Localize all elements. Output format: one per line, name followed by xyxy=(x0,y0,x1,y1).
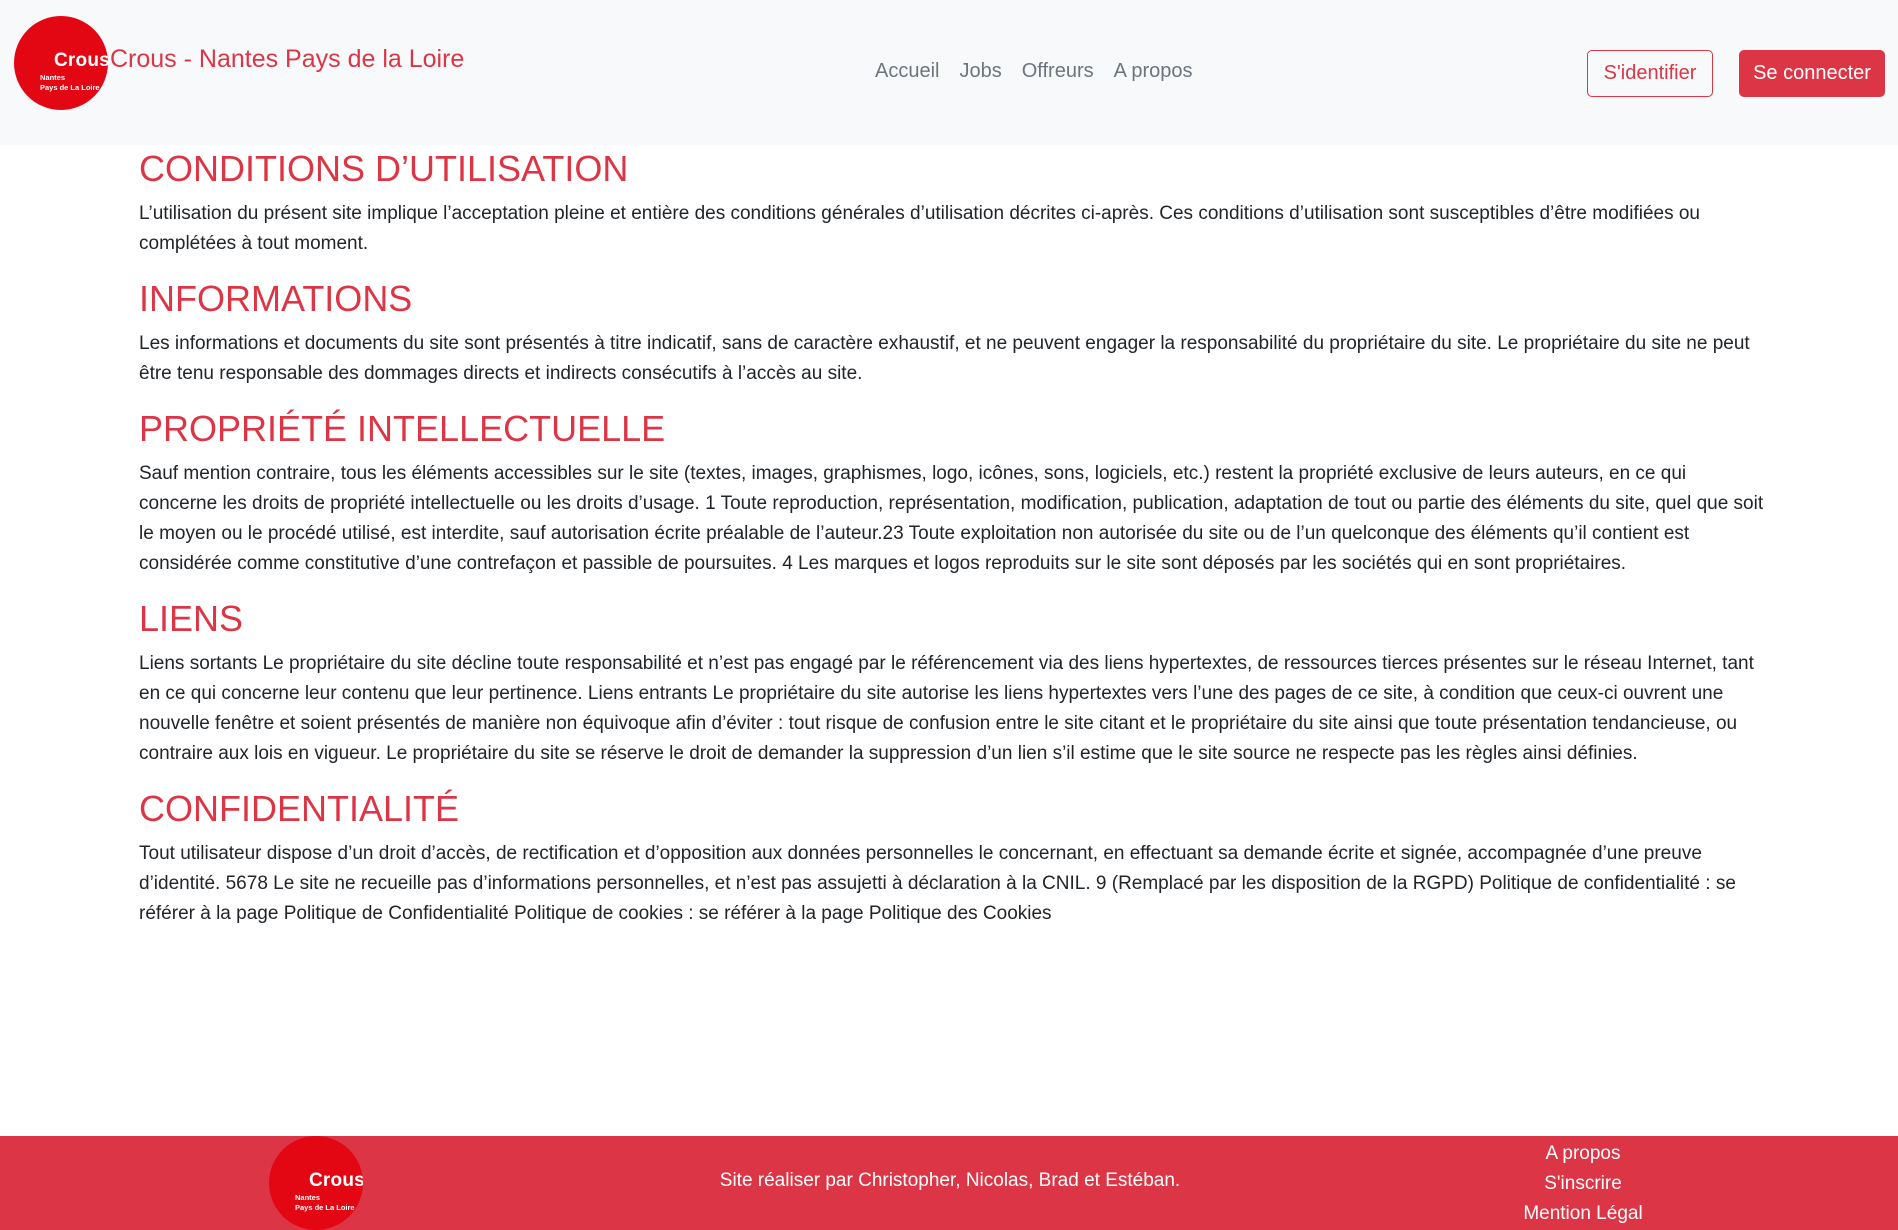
footer-link-mention-legal[interactable]: Mention Légal xyxy=(1483,1199,1683,1229)
main-nav: Accueil Jobs Offreurs A propos xyxy=(865,60,1203,83)
connect-button[interactable]: Se connecter xyxy=(1739,50,1885,97)
identify-button[interactable]: S'identifier xyxy=(1587,50,1713,97)
footer-credit: Site réaliser par Christopher, Nicolas, … xyxy=(719,1170,1181,1191)
logo-word: Crous xyxy=(54,50,108,71)
footer-logo-word: Crous xyxy=(309,1170,363,1191)
section-text-confidentialite: Tout utilisateur dispose d’un droit d’ac… xyxy=(139,843,1736,924)
footer-link-a-propos[interactable]: A propos xyxy=(1483,1139,1683,1169)
section-title-conditions: CONDITIONS D’UTILISATION xyxy=(139,148,629,189)
brand-link[interactable]: Crous Nantes Pays de La Loire Crous - Nan… xyxy=(14,16,464,110)
footer-logo-subtitle: Nantes Pays de La Loire xyxy=(295,1193,355,1213)
nav-item-offreurs[interactable]: Offreurs xyxy=(1012,60,1104,83)
footer-links: A propos S'inscrire Mention Légal xyxy=(1483,1139,1683,1229)
nav-item-a-propos[interactable]: A propos xyxy=(1104,60,1203,83)
top-navbar: Crous Nantes Pays de La Loire Crous - Nan… xyxy=(0,0,1898,145)
footer-crous-logo: Crous Nantes Pays de La Loire xyxy=(269,1136,363,1230)
site-footer: Crous Nantes Pays de La Loire Site réalis… xyxy=(0,1136,1898,1230)
brand-title[interactable]: Crous - Nantes Pays de la Loire xyxy=(110,45,464,74)
logo-sub-line1: Nantes xyxy=(40,73,66,82)
nav-item-jobs[interactable]: Jobs xyxy=(949,60,1011,83)
footer-logo-sub-line1: Nantes xyxy=(295,1193,321,1202)
section-text-informations: Les informations et documents du site so… xyxy=(139,333,1750,384)
nav-item-accueil[interactable]: Accueil xyxy=(865,60,949,83)
footer-logo-sub-line2: Pays de La Loire xyxy=(295,1203,355,1212)
section-text-propriete: Sauf mention contraire, tous les élément… xyxy=(139,463,1764,574)
section-title-liens: LIENS xyxy=(139,598,244,639)
legal-content: CONDITIONS D’UTILISATION L’utilisation d… xyxy=(139,147,1764,947)
section-title-informations: INFORMATIONS xyxy=(139,278,413,319)
crous-logo: Crous Nantes Pays de La Loire xyxy=(14,16,108,110)
logo-sub-line2: Pays de La Loire xyxy=(40,83,100,92)
logo-subtitle: Nantes Pays de La Loire xyxy=(40,73,100,93)
section-title-propriete: PROPRIÉTÉ INTELLECTUELLE xyxy=(139,408,666,449)
section-title-confidentialite: CONFIDENTIALITÉ xyxy=(139,788,460,829)
section-text-conditions: L’utilisation du présent site implique l… xyxy=(139,203,1700,254)
section-text-liens: Liens sortants Le propriétaire du site d… xyxy=(139,653,1754,764)
footer-link-sinscrire[interactable]: S'inscrire xyxy=(1483,1169,1683,1199)
